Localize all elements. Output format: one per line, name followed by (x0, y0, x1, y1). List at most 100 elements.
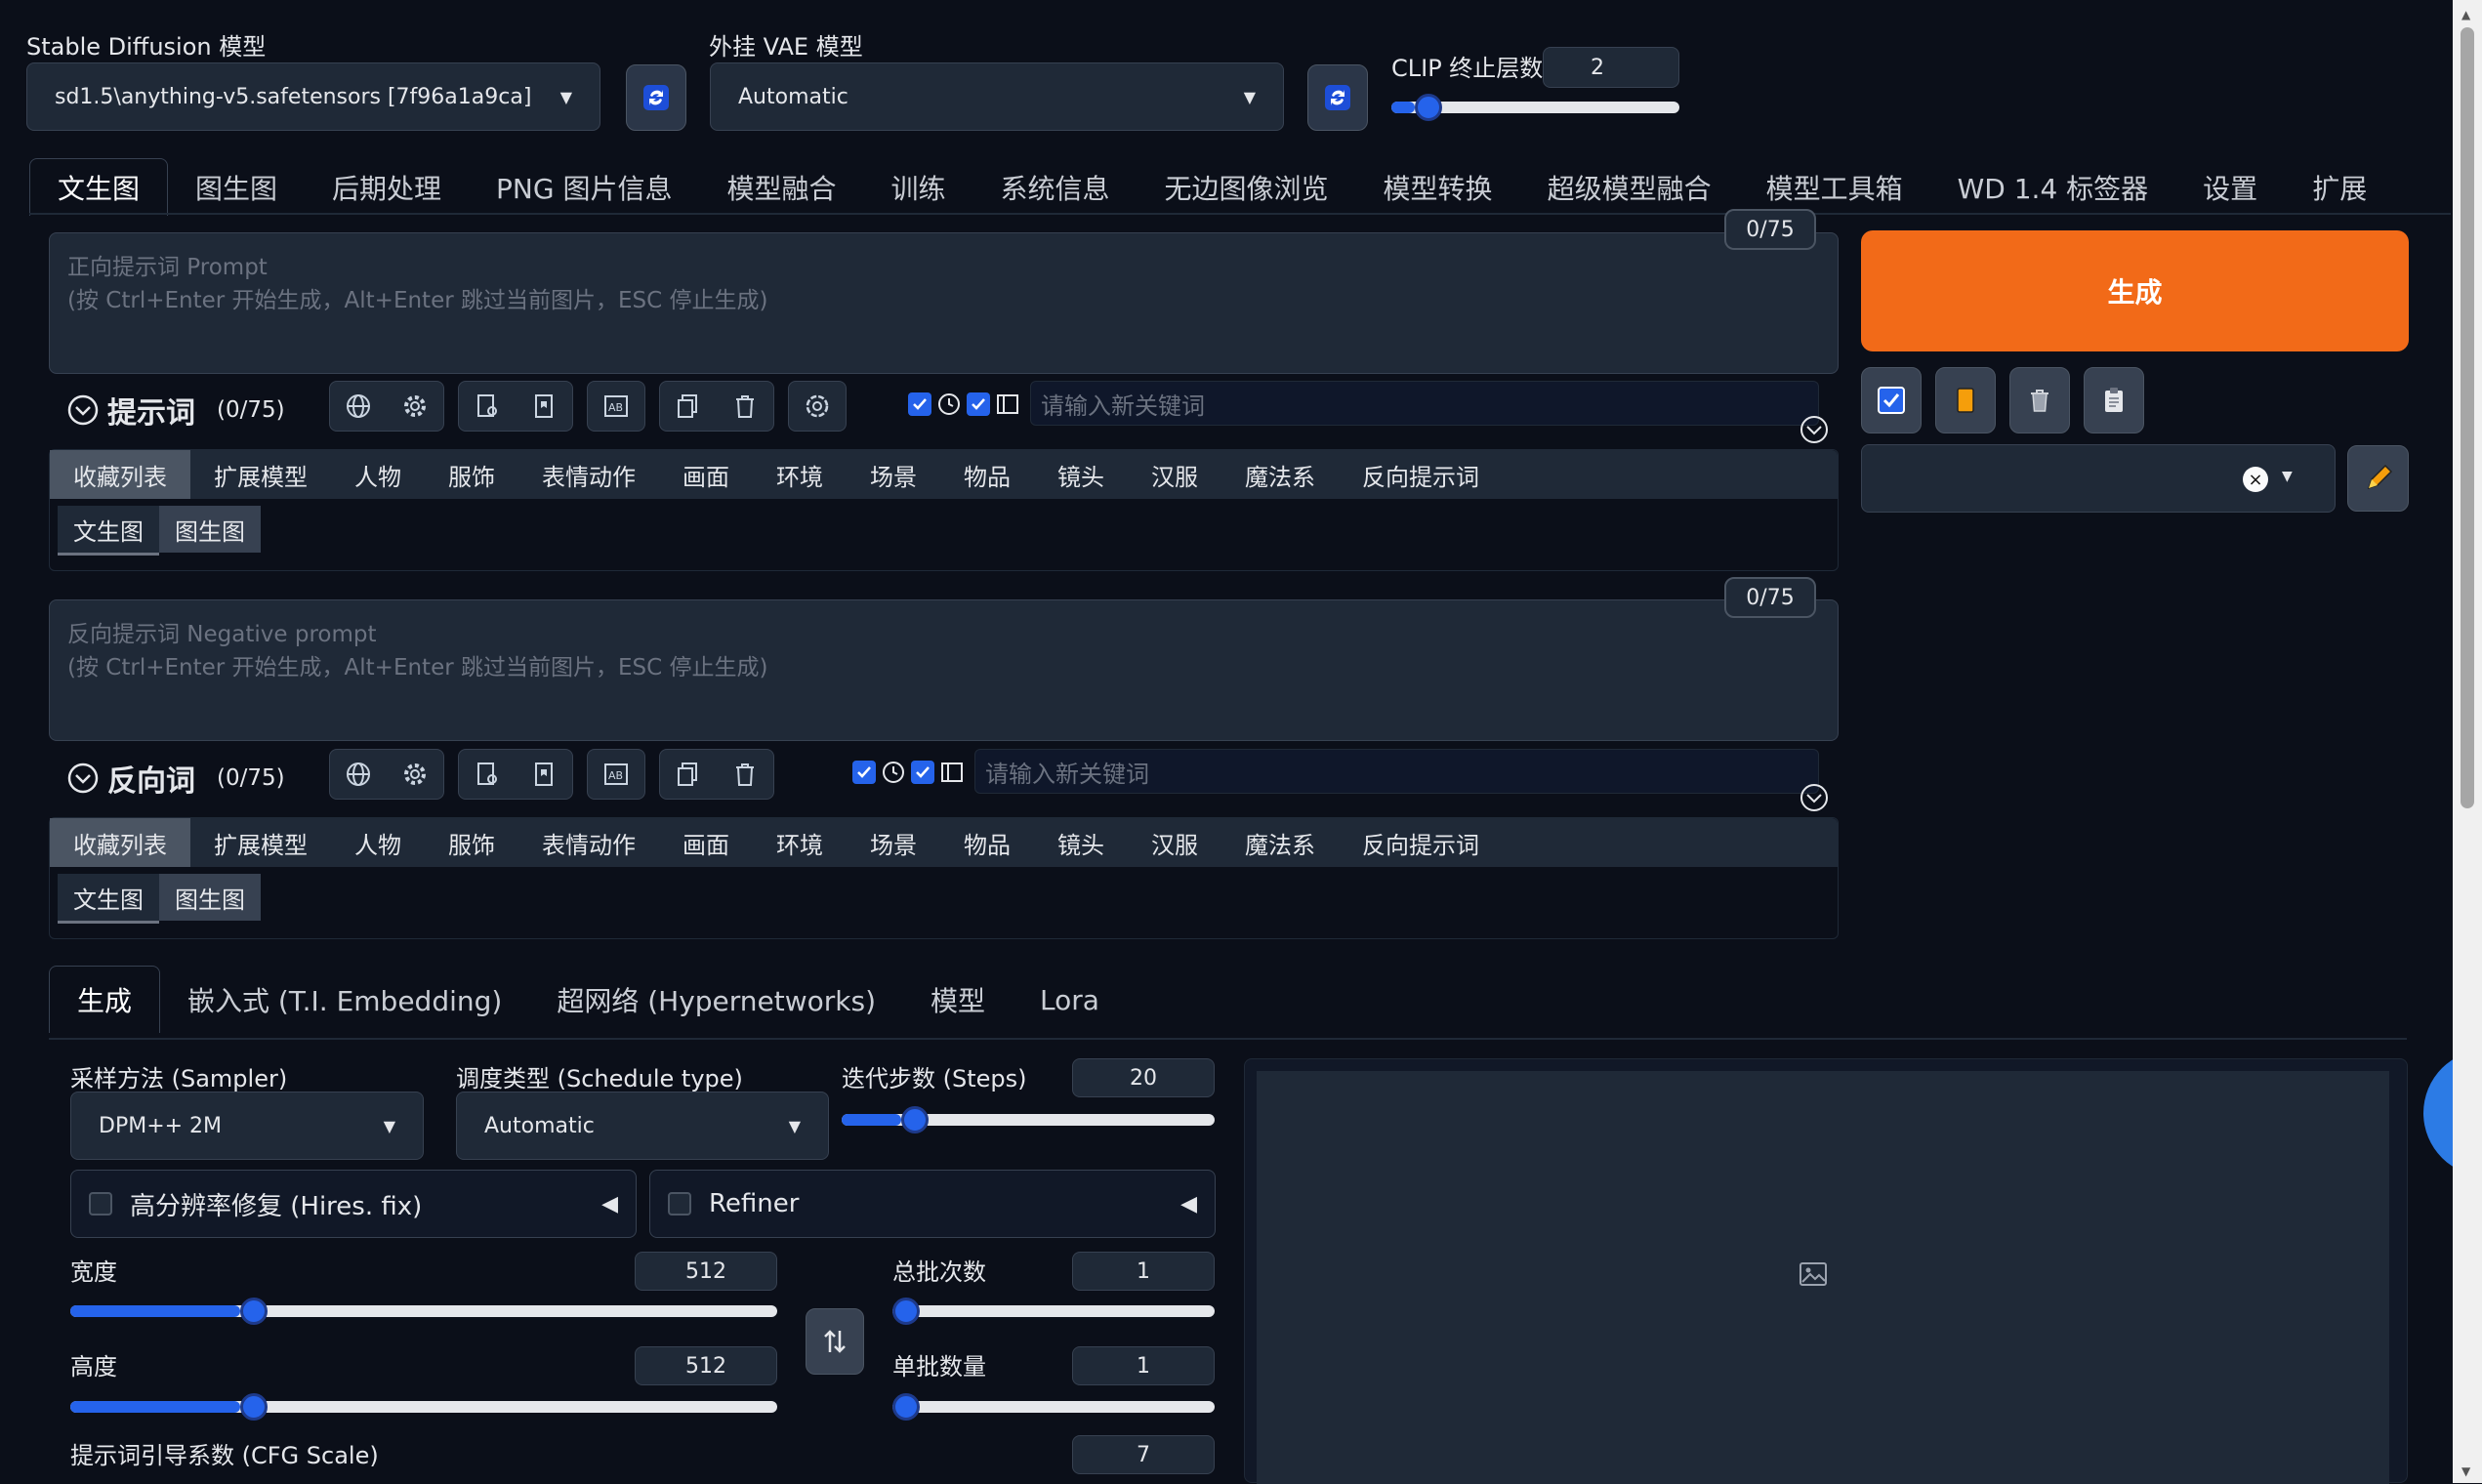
schedule-dropdown[interactable]: Automatic ▼ (456, 1092, 829, 1160)
steps-slider[interactable] (842, 1106, 1215, 1134)
ab-translate-icon[interactable]: AB (588, 750, 644, 799)
style-dropdown[interactable]: × ▼ (1861, 444, 2336, 513)
scrollbar-track[interactable]: ▲ ▼ (2453, 0, 2482, 1483)
batch-size-input[interactable]: 1 (1072, 1346, 1215, 1385)
scroll-down-icon[interactable]: ▼ (2461, 1464, 2470, 1478)
params-tab[interactable]: 模型 (903, 967, 1013, 1033)
cfg-input[interactable]: 7 (1072, 1435, 1215, 1474)
vae-dropdown[interactable]: Automatic ▼ (710, 62, 1284, 131)
hires-fix-accordion[interactable]: 高分辨率修复 (Hires. fix) ◀ (70, 1170, 637, 1238)
category-tab[interactable]: 场景 (847, 818, 940, 867)
clear-icon[interactable]: × (2243, 467, 2268, 492)
category-tab[interactable]: 服饰 (425, 450, 518, 499)
prompt-textarea[interactable]: 正向提示词 Prompt (按 Ctrl+Enter 开始生成，Alt+Ente… (49, 232, 1839, 374)
document-search-icon[interactable] (459, 382, 516, 431)
width-slider[interactable] (70, 1298, 777, 1325)
negative-section-header[interactable]: 反向词 (0/75) (66, 757, 285, 800)
prompt-expand-icon[interactable] (1799, 414, 1830, 445)
gear-icon[interactable] (387, 750, 443, 799)
category-tab[interactable]: 画面 (659, 450, 753, 499)
negative-keyword-input[interactable]: 请输入新关键词 (974, 749, 1819, 794)
sub-tab[interactable]: 图生图 (159, 506, 261, 553)
negative-expand-icon[interactable] (1799, 782, 1830, 813)
category-tab[interactable]: 环境 (753, 818, 847, 867)
height-slider[interactable] (70, 1393, 777, 1421)
globe-icon[interactable] (330, 382, 387, 431)
refresh-vae-button[interactable] (1307, 64, 1368, 131)
copy-icon[interactable] (660, 382, 717, 431)
sub-tab[interactable]: 图生图 (159, 874, 261, 921)
params-tab[interactable]: 超网络 (Hypernetworks) (529, 967, 903, 1033)
sampler-dropdown[interactable]: DPM++ 2M ▼ (70, 1092, 424, 1160)
main-tab[interactable]: 系统信息 (973, 159, 1138, 216)
copy-icon[interactable] (660, 750, 717, 799)
main-tab[interactable]: 后期处理 (305, 159, 469, 216)
category-tab[interactable]: 表情动作 (518, 450, 659, 499)
clip-value-input[interactable]: 2 (1543, 47, 1679, 88)
panel-checkbox[interactable] (967, 392, 990, 416)
category-tab[interactable]: 人物 (331, 450, 425, 499)
category-tab[interactable]: 表情动作 (518, 818, 659, 867)
main-tab[interactable]: 超级模型融合 (1520, 159, 1739, 216)
main-tab[interactable]: 训练 (864, 159, 973, 216)
main-tab[interactable]: WD 1.4 标签器 (1930, 159, 2176, 216)
document-search-icon[interactable] (459, 750, 516, 799)
category-tab[interactable]: 反向提示词 (1339, 450, 1503, 499)
main-tab[interactable]: PNG 图片信息 (469, 159, 699, 216)
batch-size-slider[interactable] (892, 1393, 1215, 1421)
batch-count-slider[interactable] (892, 1298, 1215, 1325)
history-checkbox[interactable] (908, 392, 931, 416)
prompt-keyword-input[interactable]: 请输入新关键词 (1030, 381, 1819, 426)
category-tab[interactable]: 服饰 (425, 818, 518, 867)
category-tab[interactable]: 场景 (847, 450, 940, 499)
category-tab[interactable]: 扩展模型 (190, 450, 331, 499)
edit-style-button[interactable] (2347, 445, 2409, 512)
generate-button[interactable]: 生成 (1861, 230, 2409, 351)
params-tab[interactable]: Lora (1013, 967, 1127, 1033)
trash-tool-button[interactable] (2009, 367, 2070, 433)
steps-slider-thumb[interactable] (901, 1106, 930, 1134)
swap-dimensions-button[interactable] (806, 1308, 864, 1375)
category-tab[interactable]: 收藏列表 (50, 450, 190, 499)
sd-model-dropdown[interactable]: sd1.5\anything-v5.safetensors [7f96a1a9c… (26, 62, 600, 131)
batch-count-input[interactable]: 1 (1072, 1252, 1215, 1291)
category-tab[interactable]: 镜头 (1034, 818, 1128, 867)
clip-slider-thumb[interactable] (1414, 94, 1442, 121)
category-tab[interactable]: 环境 (753, 450, 847, 499)
main-tab[interactable]: 设置 (2175, 159, 2285, 216)
main-tab[interactable]: 文生图 (29, 158, 169, 216)
refiner-checkbox[interactable] (668, 1192, 691, 1216)
scroll-up-icon[interactable]: ▲ (2461, 8, 2470, 21)
category-tab[interactable]: 镜头 (1034, 450, 1128, 499)
batch-size-slider-thumb[interactable] (892, 1393, 920, 1421)
history-checkbox[interactable] (852, 761, 876, 784)
bookmark-icon[interactable] (516, 382, 572, 431)
bookmark-icon[interactable] (516, 750, 572, 799)
category-tab[interactable]: 魔法系 (1221, 818, 1339, 867)
category-tab[interactable]: 汉服 (1128, 450, 1221, 499)
panel-checkbox[interactable] (911, 761, 934, 784)
refresh-sd-model-button[interactable] (626, 64, 686, 131)
steps-input[interactable]: 20 (1072, 1058, 1215, 1097)
gear-icon[interactable] (387, 382, 443, 431)
width-input[interactable]: 512 (635, 1252, 777, 1291)
folder-tool-button[interactable] (1935, 367, 1996, 433)
openai-icon[interactable] (789, 382, 846, 431)
sub-tab[interactable]: 文生图 (58, 874, 159, 924)
main-tab[interactable]: 模型融合 (699, 159, 863, 216)
category-tab[interactable]: 反向提示词 (1339, 818, 1503, 867)
main-tab[interactable]: 无边图像浏览 (1138, 159, 1356, 216)
clip-slider[interactable] (1391, 94, 1679, 121)
category-tab[interactable]: 魔法系 (1221, 450, 1339, 499)
main-tab[interactable]: 扩展 (2285, 159, 2394, 216)
prompt-section-header[interactable]: 提示词 (0/75) (66, 389, 285, 432)
params-tab[interactable]: 嵌入式 (T.I. Embedding) (160, 967, 529, 1033)
hires-fix-checkbox[interactable] (89, 1192, 112, 1216)
category-tab[interactable]: 收藏列表 (50, 818, 190, 867)
width-slider-thumb[interactable] (239, 1298, 268, 1325)
trash-icon[interactable] (717, 382, 773, 431)
main-tab[interactable]: 模型转换 (1356, 159, 1520, 216)
scrollbar-thumb[interactable] (2461, 27, 2474, 808)
category-tab[interactable]: 物品 (940, 818, 1034, 867)
globe-icon[interactable] (330, 750, 387, 799)
